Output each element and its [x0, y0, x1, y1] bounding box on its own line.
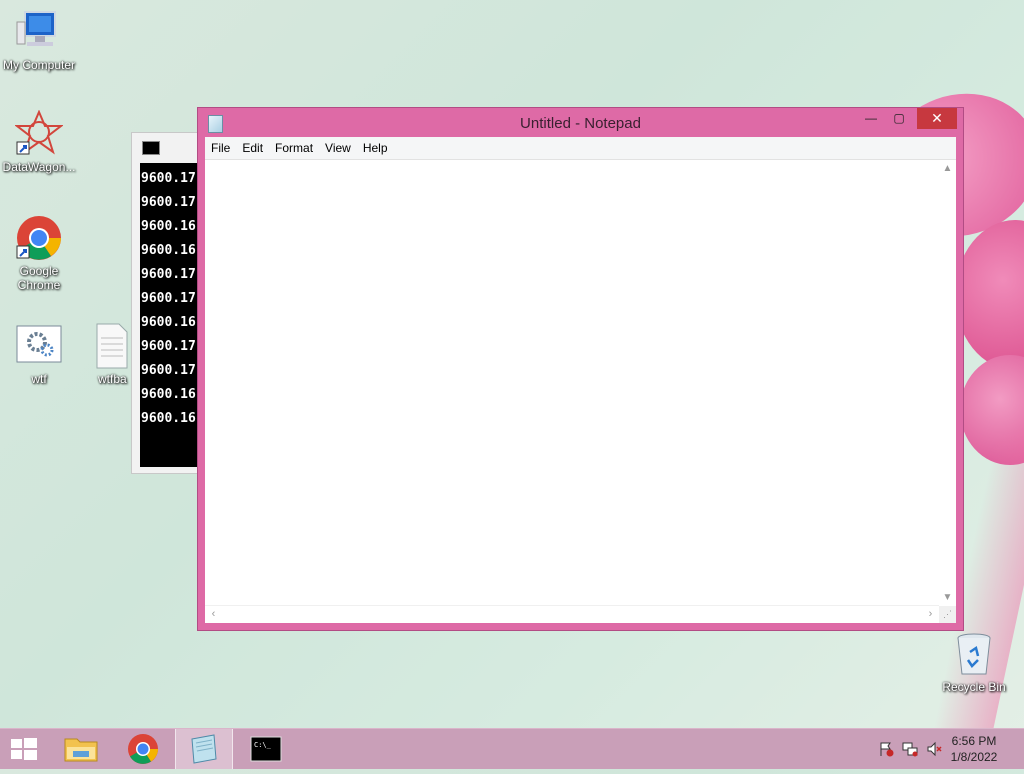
desktop-icon-datawagon[interactable]: DataWagon... — [0, 109, 79, 174]
taskbar-chrome[interactable] — [115, 729, 171, 769]
desktop-icon-label: wtfba — [98, 372, 127, 386]
system-clock[interactable]: 6:56 PM 1/8/2022 — [944, 733, 1004, 765]
windows-logo-icon — [11, 738, 37, 760]
window-title: Untitled - Notepad — [520, 115, 641, 132]
desktop-icon-label: My Computer — [2, 58, 76, 72]
taskbar-file-explorer[interactable] — [53, 729, 109, 769]
desktop-icon-label: Recycle Bin — [942, 680, 1006, 694]
settings-file-icon — [15, 322, 63, 370]
volume-muted-icon[interactable] — [926, 741, 942, 757]
taskbar-command-prompt[interactable]: C:\_ — [237, 729, 295, 769]
desktop-icon-label: Google Chrome — [17, 264, 61, 292]
desktop-icon-label: wtf — [31, 372, 47, 386]
resize-grip-icon[interactable]: ⋰ — [939, 606, 956, 623]
text-editor-area[interactable]: ▲ ▼ ‹ › ⋰ — [205, 160, 956, 623]
text-file-icon — [91, 322, 131, 370]
command-prompt-icon: C:\_ — [250, 736, 282, 762]
scroll-left-icon[interactable]: ‹ — [205, 606, 222, 623]
network-icon[interactable] — [902, 741, 918, 757]
menu-format[interactable]: Format — [269, 137, 319, 159]
taskbar-notepad[interactable] — [175, 729, 233, 769]
clock-date: 1/8/2022 — [950, 750, 998, 764]
command-prompt-icon — [142, 141, 160, 155]
scroll-up-icon[interactable]: ▲ — [939, 160, 956, 177]
minimize-button[interactable]: — — [857, 108, 885, 129]
close-button[interactable]: ✕ — [917, 108, 957, 129]
recycle-bin-icon — [950, 630, 998, 678]
svg-text:C:\_: C:\_ — [254, 741, 272, 749]
notepad-icon — [191, 734, 217, 764]
clock-time: 6:56 PM — [951, 734, 997, 748]
chrome-icon — [15, 214, 63, 262]
vertical-scrollbar[interactable]: ▲ ▼ — [939, 160, 956, 606]
menu-view[interactable]: View — [319, 137, 357, 159]
desktop-icon-my-computer[interactable]: My Computer — [0, 8, 79, 72]
action-center-flag-icon[interactable] — [878, 741, 894, 757]
title-bar[interactable]: Untitled - Notepad — ▢ ✕ — [198, 108, 963, 138]
menu-bar: File Edit Format View Help — [205, 137, 956, 160]
notepad-window[interactable]: Untitled - Notepad — ▢ ✕ File Edit Format V… — [197, 107, 964, 631]
folder-icon — [64, 738, 98, 762]
horizontal-scrollbar[interactable]: ‹ › — [205, 605, 939, 623]
desktop-icon-google-chrome[interactable]: Google Chrome — [0, 214, 79, 292]
datawagon-icon — [14, 109, 64, 158]
computer-icon — [15, 8, 63, 56]
wallpaper-flower — [955, 220, 1024, 370]
desktop-icon-recycle-bin[interactable]: Recycle Bin — [934, 630, 1014, 694]
chrome-icon — [128, 734, 158, 764]
scroll-down-icon[interactable]: ▼ — [939, 589, 956, 606]
system-tray: 6:56 PM 1/8/2022 — [864, 729, 1024, 769]
menu-edit[interactable]: Edit — [236, 137, 269, 159]
scroll-right-icon[interactable]: › — [922, 606, 939, 623]
desktop-icon-wtfba[interactable]: wtfba — [86, 322, 136, 386]
menu-file[interactable]: File — [205, 137, 236, 159]
desktop-icon-label: DataWagon... — [2, 160, 76, 174]
maximize-button[interactable]: ▢ — [885, 108, 913, 129]
start-button[interactable] — [0, 729, 56, 769]
desktop-icon-wtf[interactable]: wtf — [0, 322, 79, 386]
menu-help[interactable]: Help — [357, 137, 394, 159]
taskbar: C:\_ 6:56 PM 1/8/2022 — [0, 728, 1024, 769]
